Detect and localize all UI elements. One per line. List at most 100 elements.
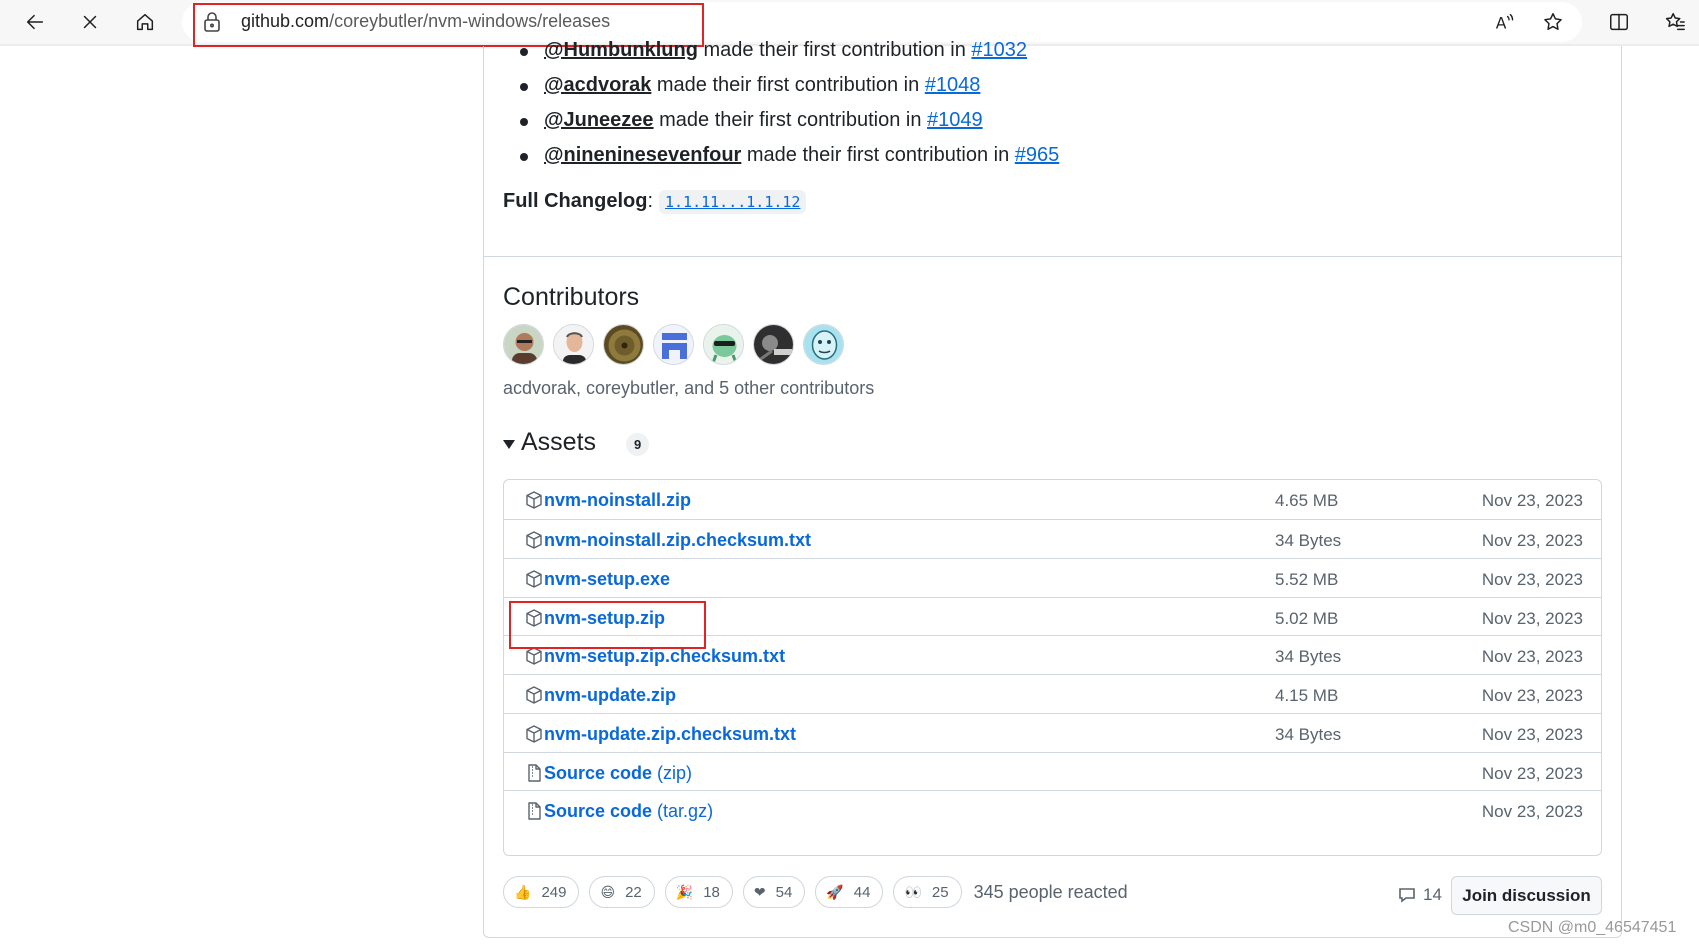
asset-download-link[interactable]: nvm-noinstall.zip.checksum.txt	[544, 530, 811, 551]
asset-date: Nov 23, 2023	[1481, 531, 1583, 550]
asset-name: nvm-update.zip.checksum.txt	[544, 724, 797, 744]
join-discussion-button[interactable]: Join discussion	[1451, 876, 1602, 915]
reaction-button[interactable]: 👀 25	[893, 876, 962, 908]
pr-link[interactable]: #1049	[927, 109, 983, 131]
back-icon	[26, 14, 44, 30]
user-link[interactable]: @acdvorak	[544, 74, 651, 96]
thumbs-up-icon: 👍	[514, 883, 532, 900]
reaction-button[interactable]: 😄 22	[589, 876, 655, 908]
avatar[interactable]	[503, 324, 544, 365]
table-row: nvm-setup.exe 5.52 MB Nov 23, 2023	[504, 558, 1601, 600]
file-zip-icon	[524, 763, 544, 783]
table-row: nvm-update.zip 4.15 MB Nov 23, 2023	[504, 674, 1601, 716]
package-icon	[524, 530, 544, 550]
list-item: @nineninesevenfour made their first cont…	[510, 141, 1059, 176]
user-link[interactable]: @Juneezee	[544, 109, 654, 131]
reaction-button[interactable]: ❤ 54	[742, 876, 806, 908]
asset-date: Nov 23, 2023	[1481, 764, 1583, 783]
split-screen-button[interactable]	[1601, 4, 1637, 40]
list-item: @Juneezee made their first contribution …	[510, 106, 1059, 141]
pr-link[interactable]: #965	[1015, 144, 1060, 166]
package-icon	[524, 685, 544, 705]
avatar[interactable]	[803, 324, 844, 365]
table-row: nvm-setup.zip 5.02 MB Nov 23, 2023	[504, 597, 1601, 639]
home-icon	[136, 13, 154, 31]
asset-download-link[interactable]: nvm-update.zip	[544, 685, 676, 706]
reactions-bar: 👍 249 😄 22 🎉 18 ❤ 54 🚀 44 👀 25 345 people reacted	[503, 876, 1128, 908]
read-aloud-icon: A	[1496, 13, 1514, 32]
asset-download-link[interactable]: Source code (tar.gz)	[544, 801, 713, 822]
asset-size: 34 Bytes	[1275, 531, 1342, 550]
asset-ext: (tar.gz)	[652, 801, 714, 821]
asset-name: Source code	[544, 763, 653, 783]
changelog-link[interactable]: 1.1.11...1.1.12	[659, 190, 807, 214]
url-text[interactable]: github.com/coreybutler/nvm-windows/relea…	[241, 11, 610, 32]
contribution-text: made their first contribution in	[697, 39, 972, 61]
contributors-heading: Contributors	[503, 283, 640, 311]
hooray-icon: 🎉	[675, 883, 694, 900]
asset-name: nvm-setup.zip	[544, 608, 666, 628]
asset-download-link[interactable]: nvm-update.zip.checksum.txt	[544, 724, 796, 745]
asset-download-link[interactable]: nvm-setup.exe	[544, 569, 670, 590]
reaction-count: 44	[853, 883, 871, 901]
pr-link[interactable]: #1048	[925, 74, 981, 96]
package-icon	[524, 724, 544, 744]
assets-count-badge: 9	[626, 433, 650, 456]
reaction-button[interactable]: 🚀 44	[815, 876, 884, 908]
home-button[interactable]	[127, 4, 163, 40]
reaction-button[interactable]: 🎉 18	[664, 876, 733, 908]
favorites-button[interactable]	[1657, 4, 1693, 40]
caret-down-icon	[503, 439, 515, 449]
lock-icon[interactable]	[202, 11, 222, 33]
asset-size: 5.52 MB	[1275, 570, 1339, 589]
asset-size: 5.02 MB	[1275, 609, 1339, 628]
laugh-icon: 😄	[600, 883, 616, 900]
list-item: @acdvorak made their first contribution …	[510, 71, 1059, 106]
split-screen-icon	[1610, 13, 1628, 31]
asset-date: Nov 23, 2023	[1481, 647, 1583, 666]
stop-loading-button[interactable]	[72, 4, 108, 40]
comments-count[interactable]: 14	[1397, 885, 1442, 905]
asset-ext: (zip)	[652, 763, 693, 783]
asset-download-link[interactable]: nvm-setup.zip	[544, 608, 665, 629]
avatar[interactable]	[653, 324, 694, 365]
table-row: nvm-update.zip.checksum.txt 34 Bytes Nov 2…	[504, 713, 1601, 755]
contribution-text: made their first contribution in	[651, 74, 925, 96]
reaction-button[interactable]: 👍 249	[503, 876, 580, 908]
asset-date: Nov 23, 2023	[1481, 491, 1583, 510]
read-aloud-button[interactable]: A	[1486, 4, 1522, 40]
user-link[interactable]: @Humbunklung	[544, 39, 698, 61]
pr-link[interactable]: #1032	[971, 39, 1027, 61]
back-button[interactable]	[17, 4, 53, 40]
assets-list: nvm-noinstall.zip 4.65 MB Nov 23, 2023 nvm-…	[503, 479, 1602, 856]
asset-download-link[interactable]: nvm-setup.zip.checksum.txt	[544, 646, 785, 667]
favorites-icon	[1665, 13, 1685, 31]
watermark: CSDN @m0_46547451	[1508, 919, 1677, 936]
asset-date: Nov 23, 2023	[1481, 609, 1583, 628]
table-row: nvm-noinstall.zip 4.65 MB Nov 23, 2023	[504, 480, 1601, 522]
avatar[interactable]	[553, 324, 594, 365]
heart-icon: ❤	[753, 883, 766, 900]
package-icon	[524, 646, 544, 666]
asset-download-link[interactable]: Source code (zip)	[544, 763, 692, 784]
new-contributors-list: @Humbunklung made their first contributi…	[510, 36, 1059, 176]
favorite-button[interactable]	[1535, 4, 1571, 40]
user-link[interactable]: @nineninesevenfour	[544, 144, 741, 166]
reaction-count: 22	[625, 883, 642, 901]
contributor-avatars	[503, 324, 844, 365]
avatar[interactable]	[703, 324, 744, 365]
asset-name: nvm-setup.zip.checksum.txt	[544, 646, 786, 666]
package-icon	[524, 569, 544, 589]
url-path: /coreybutler/nvm-windows/releases	[329, 11, 611, 31]
assets-toggle[interactable]: Assets 9	[503, 428, 650, 457]
avatar[interactable]	[753, 324, 794, 365]
asset-download-link[interactable]: nvm-noinstall.zip	[544, 490, 691, 511]
table-row: Source code (zip) Nov 23, 2023	[504, 752, 1601, 794]
asset-date: Nov 23, 2023	[1481, 570, 1583, 589]
asset-name: nvm-update.zip	[544, 685, 677, 705]
reaction-count: 54	[775, 883, 793, 901]
rocket-icon: 🚀	[826, 883, 844, 900]
avatar[interactable]	[603, 324, 644, 365]
contributors-summary[interactable]: acdvorak, coreybutler, and 5 other contr…	[503, 378, 874, 399]
reaction-summary: 345 people reacted	[973, 881, 1128, 902]
